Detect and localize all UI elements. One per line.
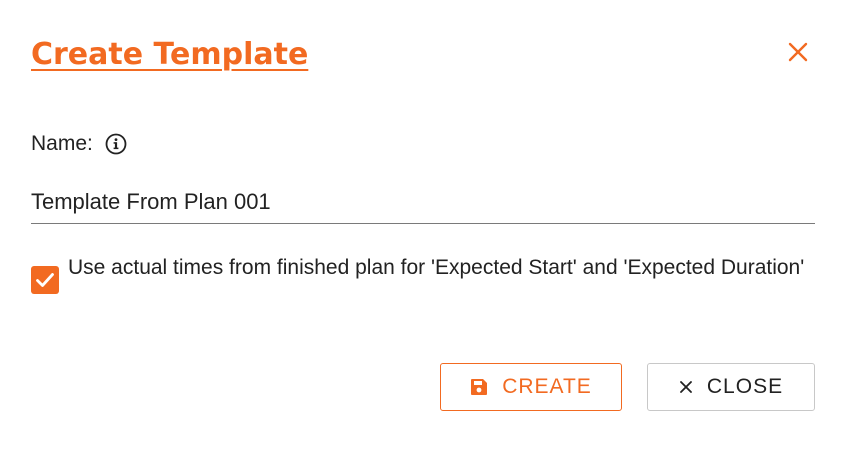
actual-times-label[interactable]: Use actual times from finished plan for … (68, 254, 808, 282)
close-icon (788, 42, 808, 62)
template-name-input[interactable] (31, 180, 815, 224)
check-icon (36, 273, 54, 287)
create-button-label: CREATE (502, 375, 592, 398)
name-label: Name: (31, 132, 93, 155)
save-icon (471, 379, 488, 395)
actual-times-checkbox[interactable] (31, 266, 59, 294)
create-button[interactable]: CREATE (440, 363, 622, 411)
close-button[interactable]: CLOSE (647, 363, 815, 411)
info-icon[interactable] (105, 133, 127, 155)
close-dialog-button[interactable] (786, 40, 810, 64)
close-button-label: CLOSE (706, 375, 784, 398)
create-template-dialog: Create Template Name: Use actual times f… (0, 0, 850, 470)
dialog-title[interactable]: Create Template (31, 38, 308, 71)
name-label-row: Name: (31, 132, 127, 156)
close-icon (679, 381, 692, 393)
